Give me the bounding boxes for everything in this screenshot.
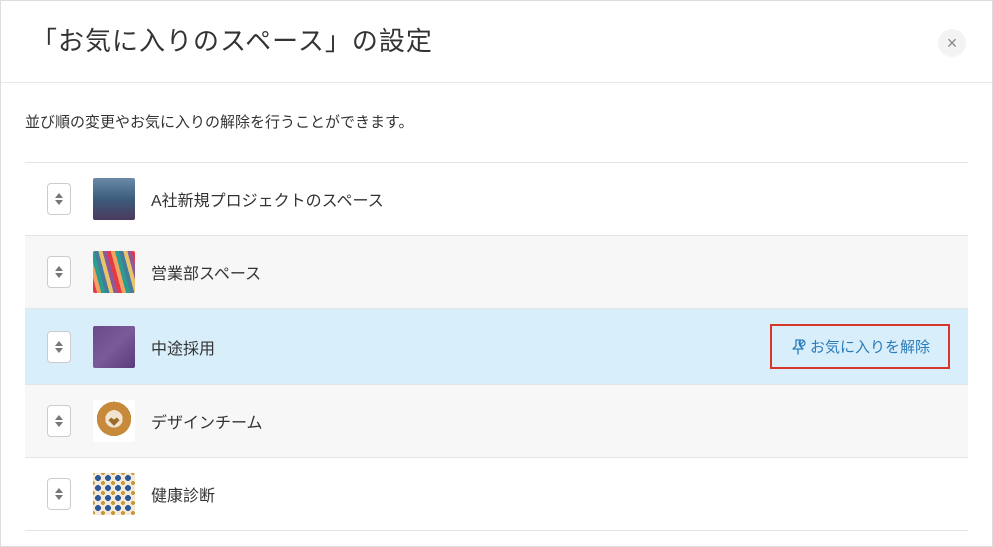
sort-handle[interactable]: [47, 405, 71, 437]
space-name: 中途採用: [151, 335, 770, 359]
list-item: 健康診断: [25, 458, 968, 531]
unpin-icon: [790, 339, 806, 355]
dialog-description: 並び順の変更やお気に入りの解除を行うことができます。: [25, 111, 968, 132]
sort-handle[interactable]: [47, 478, 71, 510]
close-icon: ×: [947, 34, 958, 52]
dialog-header: 「お気に入りのスペース」の設定 ×: [1, 1, 992, 83]
space-name: 営業部スペース: [151, 260, 950, 284]
dialog-title: 「お気に入りのスペース」の設定: [31, 21, 962, 58]
arrow-up-icon: [55, 488, 63, 493]
sort-handle[interactable]: [47, 183, 71, 215]
space-thumbnail: [93, 400, 135, 442]
arrow-up-icon: [55, 266, 63, 271]
space-thumbnail: [93, 473, 135, 515]
list-item: A社新規プロジェクトのスペース: [25, 163, 968, 236]
remove-favorite-highlight: お気に入りを解除: [770, 324, 950, 369]
sort-handle[interactable]: [47, 331, 71, 363]
arrow-up-icon: [55, 341, 63, 346]
arrow-down-icon: [55, 495, 63, 500]
space-name: A社新規プロジェクトのスペース: [151, 187, 950, 211]
arrow-up-icon: [55, 415, 63, 420]
list-item: 営業部スペース: [25, 236, 968, 309]
arrow-down-icon: [55, 422, 63, 427]
dialog-body: 並び順の変更やお気に入りの解除を行うことができます。 A社新規プロジェクトのスペ…: [1, 83, 992, 531]
space-thumbnail: [93, 178, 135, 220]
arrow-down-icon: [55, 273, 63, 278]
space-thumbnail: [93, 326, 135, 368]
arrow-down-icon: [55, 200, 63, 205]
arrow-up-icon: [55, 193, 63, 198]
space-name: デザインチーム: [151, 409, 950, 433]
space-name: 健康診断: [151, 482, 950, 506]
list-item: デザインチーム: [25, 385, 968, 458]
space-thumbnail: [93, 251, 135, 293]
close-button[interactable]: ×: [938, 29, 966, 57]
sort-handle[interactable]: [47, 256, 71, 288]
remove-favorite-button[interactable]: お気に入りを解除: [780, 330, 940, 363]
list-item: 中途採用 お気に入りを解除: [25, 309, 968, 385]
remove-favorite-label: お気に入りを解除: [810, 336, 930, 357]
arrow-down-icon: [55, 348, 63, 353]
favorite-spaces-list: A社新規プロジェクトのスペース 営業部スペース 中途採用: [25, 162, 968, 531]
favorite-spaces-dialog: 「お気に入りのスペース」の設定 × 並び順の変更やお気に入りの解除を行うことがで…: [0, 0, 993, 547]
